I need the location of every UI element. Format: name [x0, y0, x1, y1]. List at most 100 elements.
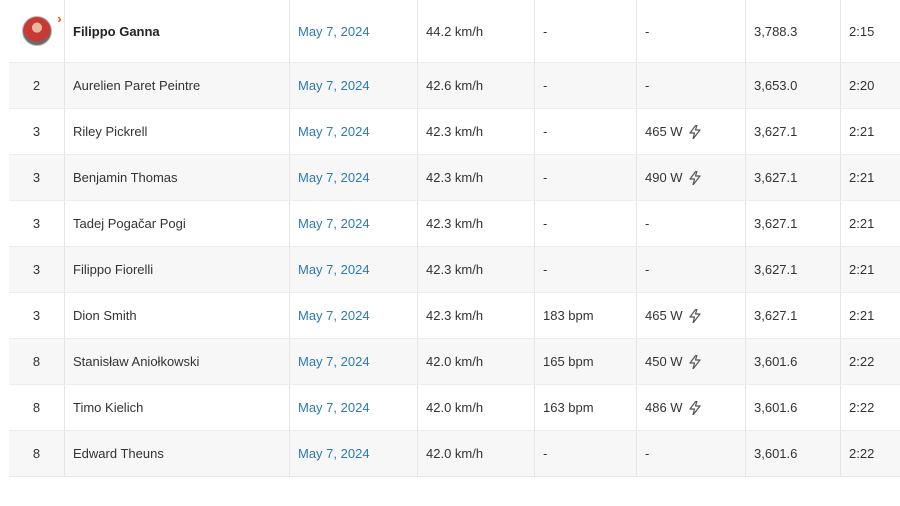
speed-cell: 42.0 km/h [418, 339, 535, 384]
heart-rate-cell: - [535, 109, 637, 154]
date-cell: May 7, 2024 [290, 385, 418, 430]
speed-cell: 42.0 km/h [418, 385, 535, 430]
speed-cell: 42.3 km/h [418, 247, 535, 292]
heart-rate-cell: - [535, 0, 637, 62]
vam-cell: 3,627.1 [746, 109, 841, 154]
table-row: 3 Filippo Fiorelli May 7, 2024 42.3 km/h… [9, 247, 900, 293]
date-cell: May 7, 2024 [290, 247, 418, 292]
activity-date-link[interactable]: May 7, 2024 [298, 262, 370, 277]
vam-cell: 3,601.6 [746, 339, 841, 384]
power-cell: 486 W [637, 385, 746, 430]
rank-cell: 3 [9, 293, 65, 338]
activity-date-link[interactable]: May 7, 2024 [298, 400, 370, 415]
power-cell: - [637, 63, 746, 108]
avatar [21, 16, 52, 46]
speed-cell: 42.0 km/h [418, 431, 535, 476]
power-value: 490 W [645, 170, 701, 185]
heart-rate-cell: 165 bpm [535, 339, 637, 384]
speed-cell: 42.3 km/h [418, 109, 535, 154]
athlete-cell: Tadej Pogačar Pogi [65, 201, 290, 246]
athlete-cell: Filippo Fiorelli [65, 247, 290, 292]
table-row: 3 Tadej Pogačar Pogi May 7, 2024 42.3 km… [9, 201, 900, 247]
time-cell: 2:22 [849, 354, 875, 369]
table-row: 2 Aurelien Paret Peintre May 7, 2024 42.… [9, 63, 900, 109]
time-cell: 2:21 [849, 124, 875, 139]
vam-cell: 3,601.6 [746, 385, 841, 430]
lightning-bolt-icon [688, 308, 701, 323]
heart-rate-cell: 183 bpm [535, 293, 637, 338]
power-value: 486 W [645, 400, 701, 415]
activity-date-link[interactable]: May 7, 2024 [298, 24, 370, 39]
heart-rate-cell: - [535, 63, 637, 108]
lightning-bolt-icon [688, 354, 701, 369]
leaderboard-table: ››› Filippo Ganna May 7, 2024 44.2 km/h … [9, 0, 900, 477]
lightning-bolt-icon [688, 400, 701, 415]
table-row: ››› Filippo Ganna May 7, 2024 44.2 km/h … [9, 0, 900, 63]
date-cell: May 7, 2024 [290, 293, 418, 338]
vam-cell: 3,627.1 [746, 201, 841, 246]
vam-cell: 3,627.1 [746, 293, 841, 338]
heart-rate-cell: - [535, 247, 637, 292]
time-cell: 2:22 [849, 446, 875, 461]
power-text: 450 W [645, 354, 683, 369]
leader-avatar[interactable]: ››› [21, 12, 62, 46]
activity-date-link[interactable]: May 7, 2024 [298, 354, 370, 369]
rank-cell: 3 [9, 155, 65, 200]
activity-date-link[interactable]: May 7, 2024 [298, 216, 370, 231]
power-cell: - [637, 0, 746, 62]
activity-date-link[interactable]: May 7, 2024 [298, 170, 370, 185]
rank-cell: 3 [9, 201, 65, 246]
time-cell: 2:21 [849, 308, 875, 323]
athlete-name[interactable]: Edward Theuns [73, 446, 164, 461]
rank-cell: 3 [9, 247, 65, 292]
heart-rate-cell: - [535, 431, 637, 476]
athlete-name[interactable]: Tadej Pogačar Pogi [73, 216, 186, 231]
table-row: 8 Edward Theuns May 7, 2024 42.0 km/h - … [9, 431, 900, 476]
power-cell: 490 W [637, 155, 746, 200]
rank-cell: 8 [9, 385, 65, 430]
power-cell: 465 W [637, 109, 746, 154]
power-cell: - [637, 431, 746, 476]
table-row: 8 Stanisław Aniołkowski May 7, 2024 42.0… [9, 339, 900, 385]
athlete-cell: Aurelien Paret Peintre [65, 63, 290, 108]
date-cell: May 7, 2024 [290, 155, 418, 200]
table-row: 3 Dion Smith May 7, 2024 42.3 km/h 183 b… [9, 293, 900, 339]
vam-cell: 3,653.0 [746, 63, 841, 108]
table-row: 8 Timo Kielich May 7, 2024 42.0 km/h 163… [9, 385, 900, 431]
athlete-name[interactable]: Filippo Fiorelli [73, 262, 153, 277]
activity-date-link[interactable]: May 7, 2024 [298, 78, 370, 93]
power-value: 465 W [645, 124, 701, 139]
date-cell: May 7, 2024 [290, 63, 418, 108]
athlete-name[interactable]: Filippo Ganna [73, 24, 160, 39]
athlete-name[interactable]: Timo Kielich [73, 400, 143, 415]
heart-rate-cell: - [535, 155, 637, 200]
activity-date-link[interactable]: May 7, 2024 [298, 124, 370, 139]
rank-cell: 8 [9, 339, 65, 384]
lightning-bolt-icon [688, 124, 701, 139]
vam-cell: 3,601.6 [746, 431, 841, 476]
activity-date-link[interactable]: May 7, 2024 [298, 446, 370, 461]
date-cell: May 7, 2024 [290, 339, 418, 384]
athlete-cell: Benjamin Thomas [65, 155, 290, 200]
power-value: 450 W [645, 354, 701, 369]
vam-cell: 3,627.1 [746, 155, 841, 200]
power-text: 486 W [645, 400, 683, 415]
power-cell: - [637, 201, 746, 246]
time-cell: 2:21 [849, 170, 875, 185]
athlete-name[interactable]: Dion Smith [73, 308, 137, 323]
athlete-name[interactable]: Stanisław Aniołkowski [73, 354, 199, 369]
vam-cell: 3,788.3 [746, 0, 841, 62]
activity-date-link[interactable]: May 7, 2024 [298, 308, 370, 323]
speed-cell: 42.3 km/h [418, 155, 535, 200]
athlete-name[interactable]: Benjamin Thomas [73, 170, 178, 185]
athlete-name[interactable]: Aurelien Paret Peintre [73, 78, 200, 93]
power-cell: 450 W [637, 339, 746, 384]
time-cell: 2:21 [849, 262, 875, 277]
date-cell: May 7, 2024 [290, 201, 418, 246]
athlete-name[interactable]: Riley Pickrell [73, 124, 147, 139]
athlete-cell: Edward Theuns [65, 431, 290, 476]
power-text: 465 W [645, 124, 683, 139]
speed-cell: 44.2 km/h [418, 0, 535, 62]
table-row: 3 Riley Pickrell May 7, 2024 42.3 km/h -… [9, 109, 900, 155]
power-text: 490 W [645, 170, 683, 185]
